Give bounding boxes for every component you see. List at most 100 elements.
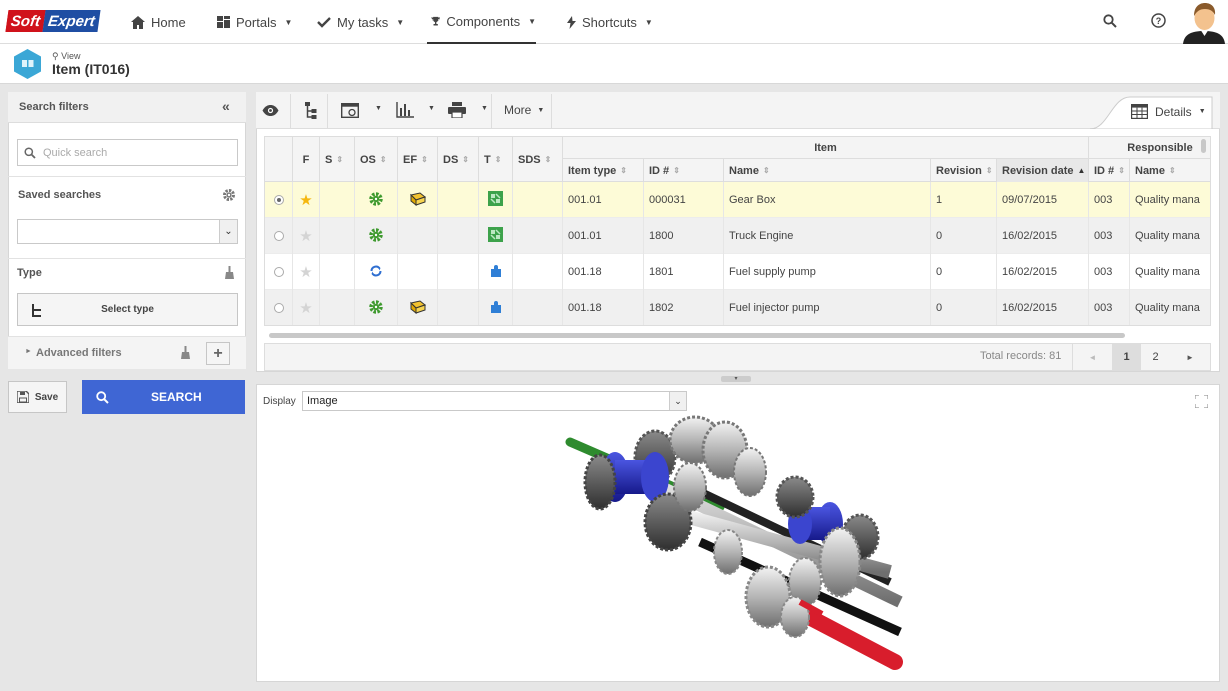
group-header-responsible: Responsible [1089,137,1210,159]
logo-right-text: Expert [42,10,101,32]
add-filter-button[interactable]: + [206,342,230,365]
eye-icon[interactable] [262,105,279,116]
column-header[interactable]: SDS ⇕ [513,137,563,182]
favorite-cell[interactable]: ★ [293,254,320,290]
star-filled-icon[interactable]: ★ [299,191,312,209]
search-button[interactable]: SEARCH [82,380,245,414]
nav-shortcuts-label: Shortcuts [582,14,637,30]
column-header[interactable]: OS ⇕ [355,137,398,182]
nav-home[interactable]: Home [131,0,186,44]
next-page-button[interactable]: ► [1170,343,1210,371]
sort-icon: ⇕ [985,166,993,175]
row-radio[interactable] [273,267,284,277]
hierarchy-icon[interactable] [305,102,317,119]
row-radio[interactable] [273,231,284,241]
column-header[interactable]: DS ⇕ [438,137,479,182]
collapse-panel-icon[interactable]: « [222,98,230,114]
column-header-label: EF [403,153,418,166]
advanced-filters-bar[interactable]: ► Advanced filters + [8,336,246,369]
nav-shortcuts[interactable]: Shortcuts ▼ [567,0,653,44]
nav-components-label: Components [446,13,521,29]
display-select[interactable]: Image ⌄ [302,391,687,411]
more-menu[interactable]: More ▼ [504,103,544,117]
window-view-icon[interactable] [341,103,359,118]
save-search-button[interactable]: Save [8,381,67,413]
sort-icon: ⇕ [544,155,552,164]
broom-icon[interactable] [225,266,234,279]
column-header[interactable]: ID # ⇕ [644,159,724,182]
t-cell [479,290,513,325]
column-header[interactable]: Item type ⇕ [563,159,644,182]
chevron-down-icon[interactable]: ▼ [428,105,435,112]
revision-date-cell: 09/07/2015 [997,182,1089,218]
column-header[interactable]: F [293,137,320,182]
nav-my-tasks[interactable]: My tasks ▼ [317,0,404,44]
star-empty-icon[interactable]: ★ [299,263,312,281]
responsible-id-cell: 003 [1089,290,1130,325]
row-radio[interactable] [273,303,284,313]
nav-portals[interactable]: Portals ▼ [217,0,292,44]
search-icon[interactable] [1103,14,1117,28]
select-type-button[interactable]: Select type [17,293,238,326]
nav-components[interactable]: Components ▼ [427,0,536,44]
expand-icon[interactable] [1195,395,1208,408]
chevron-down-icon: ▼ [644,17,653,27]
column-header-label: T [484,153,491,166]
favorite-cell[interactable]: ★ [293,182,320,218]
divider [8,176,246,177]
star-empty-icon[interactable]: ★ [299,299,312,317]
refresh-status-icon [369,264,383,281]
column-header[interactable]: ID # ⇕ [1089,159,1130,182]
broom-icon[interactable] [181,346,190,359]
chart-icon[interactable] [396,102,414,118]
column-header[interactable]: Revision ⇕ [931,159,997,182]
select-column-header [265,137,293,182]
favorite-cell[interactable]: ★ [293,290,320,325]
breadcrumb-bar [0,44,1228,84]
column-header[interactable]: Revision date ▲ [997,159,1089,182]
print-icon[interactable] [448,102,466,118]
quick-search-input[interactable]: Quick search [17,139,238,166]
t-cell [479,218,513,254]
column-header[interactable]: S ⇕ [320,137,355,182]
sort-icon: ⇕ [494,155,502,164]
type-green-icon [488,227,503,245]
check-icon [317,16,331,28]
saved-searches-select[interactable]: ⌄ [17,219,238,244]
display-label: Display [263,396,296,407]
row-radio[interactable] [273,195,284,205]
splitter-handle[interactable]: ▾ [721,376,751,382]
toolbar-separator [327,94,328,128]
row-select-cell[interactable] [265,218,293,254]
softexpert-logo[interactable]: Soft Expert [5,10,110,32]
chevron-down-icon[interactable]: ▼ [481,105,488,112]
row-select-cell[interactable] [265,254,293,290]
column-header[interactable]: T ⇕ [479,137,513,182]
column-header[interactable]: EF ⇕ [398,137,438,182]
help-icon[interactable]: ? [1151,13,1166,28]
vertical-scrollbar[interactable] [1201,139,1206,153]
user-avatar[interactable] [1181,0,1228,44]
star-empty-icon[interactable]: ★ [299,227,312,245]
item-id-cell: 1801 [644,254,724,290]
row-select-cell[interactable] [265,290,293,325]
prev-page-button[interactable]: ◄ [1072,343,1112,371]
os-cell [355,290,398,325]
nav-my-tasks-label: My tasks [337,14,389,30]
row-select-cell[interactable] [265,182,293,218]
column-header[interactable]: Name ⇕ [724,159,931,182]
sds-cell [513,254,563,290]
favorite-cell[interactable]: ★ [293,218,320,254]
details-view-button[interactable]: Details ▼ [1131,104,1206,119]
page-button-1[interactable]: 1 [1112,343,1141,371]
divider [8,258,246,259]
page-button-2[interactable]: 2 [1141,343,1170,371]
item-type-cell: 001.01 [563,182,644,218]
horizontal-scrollbar[interactable] [269,333,1125,338]
search-icon [24,147,36,159]
ds-cell [438,290,479,325]
gear-icon[interactable] [222,188,236,202]
column-header[interactable]: Name ⇕ [1130,159,1210,182]
nav-home-label: Home [151,14,186,30]
chevron-down-icon[interactable]: ▼ [375,105,382,112]
